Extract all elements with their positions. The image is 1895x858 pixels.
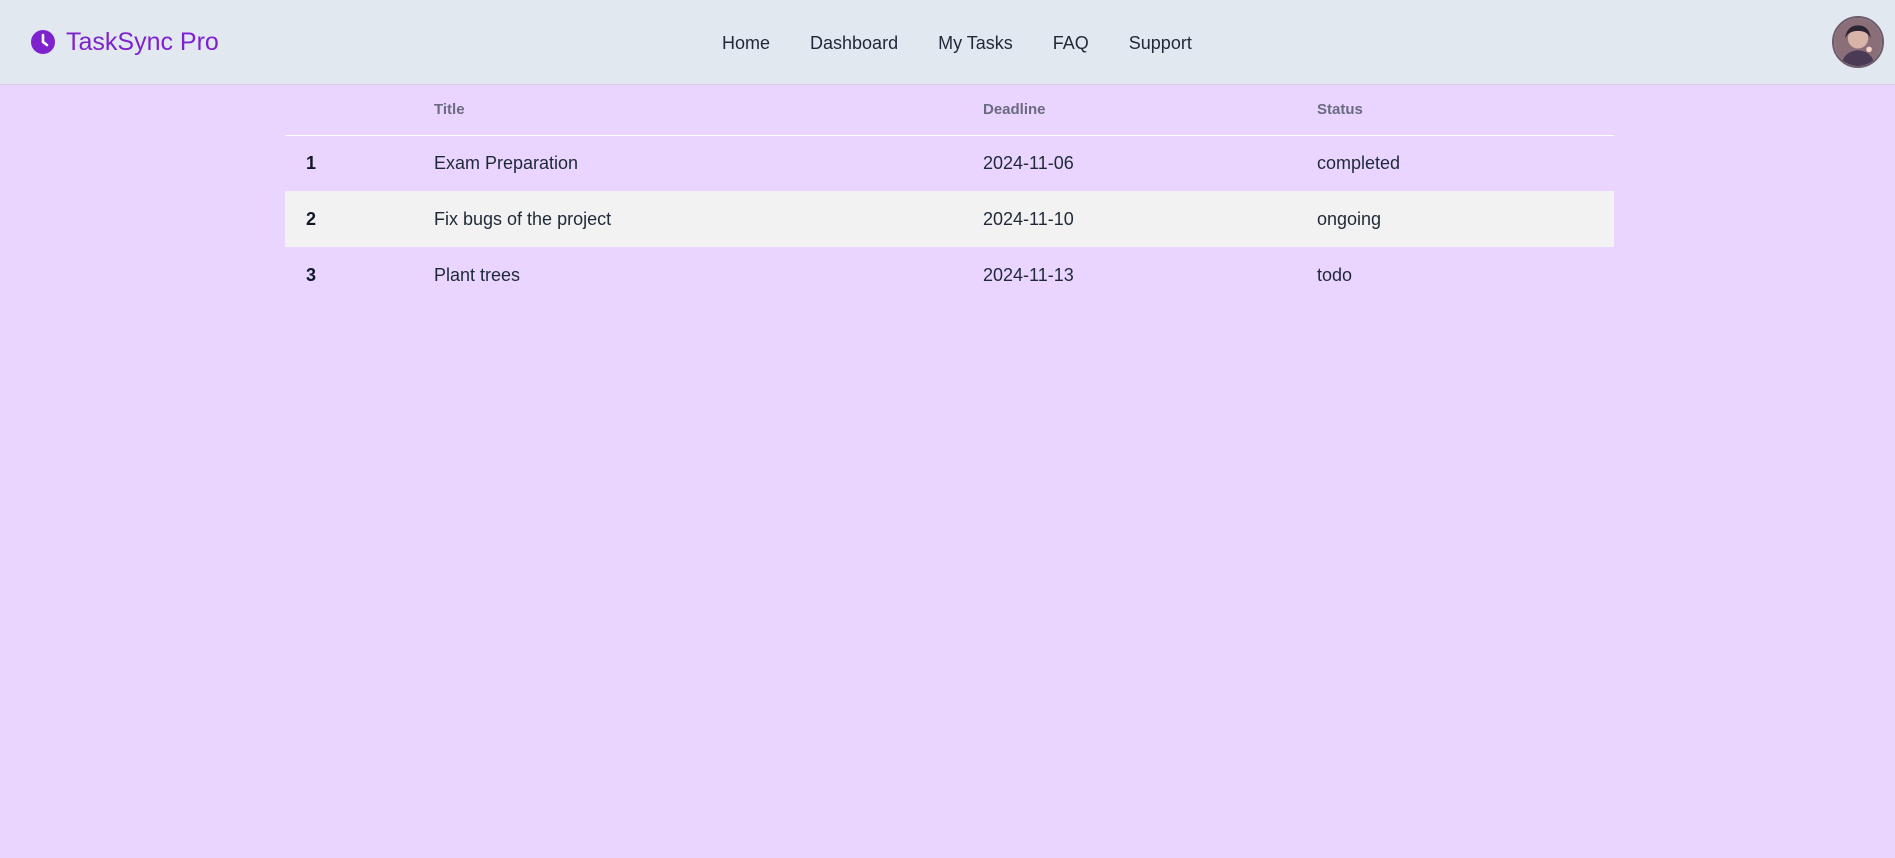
clock-icon (30, 29, 56, 55)
row-number: 2 (285, 191, 434, 247)
nav-home[interactable]: Home (722, 30, 770, 56)
row-deadline: 2024-11-13 (983, 264, 1074, 285)
row-number: 1 (306, 152, 317, 173)
row-title: Exam Preparation (434, 152, 579, 173)
row-deadline: 2024-11-06 (983, 152, 1074, 173)
row-status: completed (1317, 152, 1401, 173)
row-title: Fix bugs of the project (434, 191, 983, 247)
row-title: Plant trees (434, 264, 521, 285)
header-deadline: Deadline (983, 85, 1317, 136)
nav-dashboard[interactable]: Dashboard (810, 30, 898, 56)
header-status: Status (1317, 85, 1614, 136)
table-row[interactable]: 1 Exam Preparation 2024-11-06 completed (285, 135, 1614, 191)
header-number (285, 85, 434, 136)
brand-logo-link[interactable]: TaskSync Pro (30, 26, 219, 58)
row-status: ongoing (1317, 191, 1614, 247)
main-nav: Home Dashboard My Tasks FAQ Support (722, 30, 1192, 56)
header-title: Title (434, 85, 983, 136)
nav-my-tasks[interactable]: My Tasks (938, 30, 1013, 56)
row-deadline: 2024-11-10 (983, 191, 1317, 247)
tasks-table: Title Deadline Status 1 Exam Preparation… (285, 85, 1614, 303)
row-status: todo (1317, 264, 1353, 285)
nav-faq[interactable]: FAQ (1053, 30, 1089, 56)
table-row[interactable]: 2 Fix bugs of the project 2024-11-10 ong… (285, 191, 1614, 247)
brand-name: TaskSync Pro (66, 27, 219, 56)
table-row[interactable]: 3 Plant trees 2024-11-13 todo (285, 247, 1614, 303)
navbar: TaskSync Pro Home Dashboard My Tasks FAQ… (0, 0, 1895, 85)
row-number: 3 (306, 264, 317, 285)
nav-support[interactable]: Support (1129, 30, 1192, 56)
table-header: Title Deadline Status (285, 85, 1614, 136)
user-avatar[interactable] (1832, 16, 1884, 68)
